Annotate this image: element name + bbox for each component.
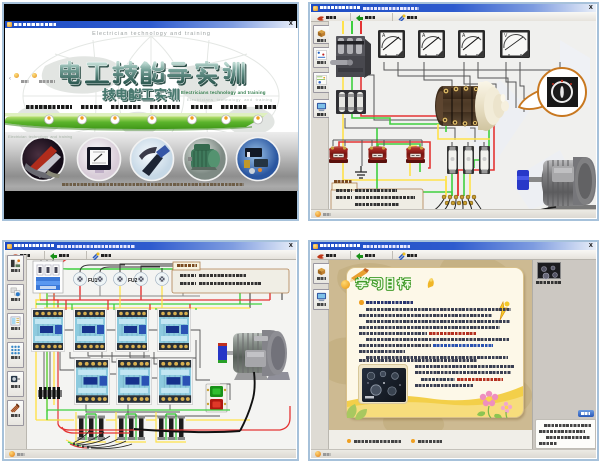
svg-text:FU1: FU1 xyxy=(88,278,98,284)
svg-text:FU2: FU2 xyxy=(128,278,138,284)
